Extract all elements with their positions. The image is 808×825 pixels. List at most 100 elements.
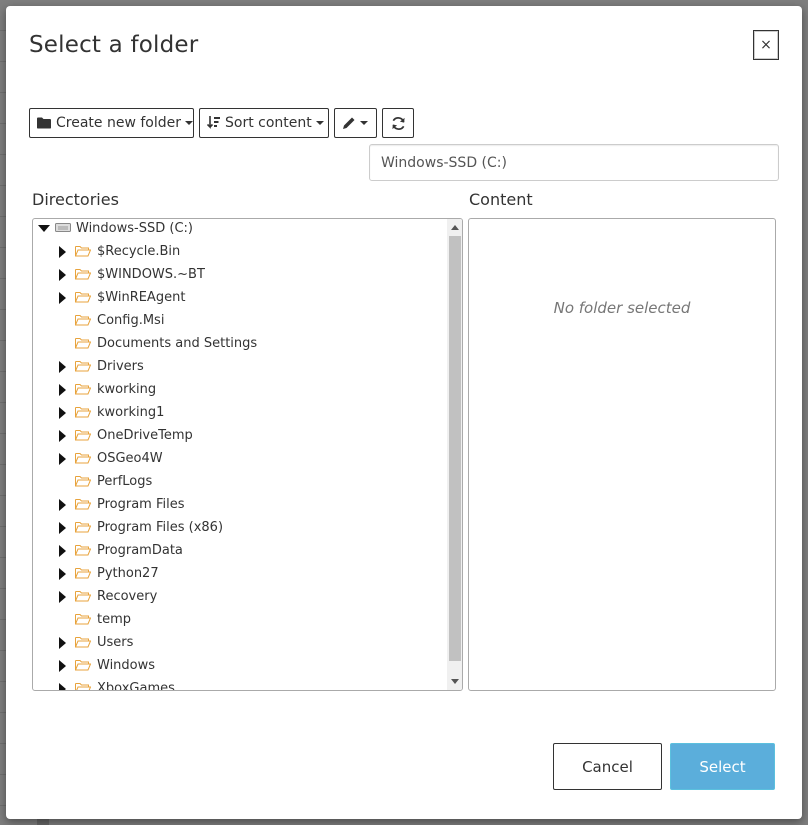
refresh-button[interactable] bbox=[382, 108, 414, 138]
folder-open-icon bbox=[75, 636, 92, 652]
tree-item-label: XboxGames bbox=[97, 681, 175, 690]
folder-open-icon bbox=[75, 590, 92, 606]
sort-icon bbox=[207, 116, 220, 130]
folder-open-icon bbox=[75, 498, 92, 514]
folder-icon bbox=[37, 117, 51, 129]
tree-item-label: Documents and Settings bbox=[97, 336, 258, 351]
tree-item-label: Users bbox=[97, 635, 134, 650]
edit-button[interactable] bbox=[334, 108, 377, 138]
tree-item-label: Recovery bbox=[97, 589, 158, 604]
refresh-icon bbox=[391, 116, 406, 131]
tree-item[interactable]: Python27 bbox=[33, 562, 447, 585]
select-button[interactable]: Select bbox=[670, 743, 775, 790]
expand-right-icon[interactable] bbox=[59, 545, 66, 557]
tree-item[interactable]: Program Files bbox=[33, 493, 447, 516]
folder-open-icon bbox=[75, 521, 92, 537]
folder-open-icon bbox=[75, 475, 92, 491]
empty-content-message: No folder selected bbox=[553, 299, 691, 317]
expand-right-icon[interactable] bbox=[59, 430, 66, 442]
folder-open-icon bbox=[75, 659, 92, 675]
create-folder-button[interactable]: Create new folder bbox=[29, 108, 194, 138]
tree-item-label: ProgramData bbox=[97, 543, 183, 558]
tree-item-label: PerfLogs bbox=[97, 474, 153, 489]
tree-item-label: kworking bbox=[97, 382, 157, 397]
drive-icon bbox=[55, 221, 71, 237]
tree-item-label: Config.Msi bbox=[97, 313, 165, 328]
expand-right-icon[interactable] bbox=[59, 568, 66, 580]
caret-down-icon bbox=[360, 121, 368, 125]
tree-root[interactable]: Windows-SSD (C:) bbox=[33, 219, 447, 240]
sort-content-label: Sort content bbox=[225, 115, 312, 131]
path-input[interactable] bbox=[369, 144, 779, 181]
folder-open-icon bbox=[75, 544, 92, 560]
expand-right-icon[interactable] bbox=[59, 269, 66, 281]
folder-open-icon bbox=[75, 291, 92, 307]
expand-down-icon[interactable] bbox=[38, 225, 50, 232]
tree-item[interactable]: temp bbox=[33, 608, 447, 631]
expand-right-icon[interactable] bbox=[59, 591, 66, 603]
tree-item[interactable]: Program Files (x86) bbox=[33, 516, 447, 539]
folder-open-icon bbox=[75, 406, 92, 422]
expand-right-icon[interactable] bbox=[59, 246, 66, 258]
tree-item[interactable]: $WINDOWS.~BT bbox=[33, 263, 447, 286]
folder-open-icon bbox=[75, 429, 92, 445]
create-folder-label: Create new folder bbox=[56, 115, 181, 131]
content-heading: Content bbox=[469, 190, 533, 209]
folder-open-icon bbox=[75, 682, 92, 690]
folder-open-icon bbox=[75, 314, 92, 330]
tree-item-label: Program Files bbox=[97, 497, 185, 512]
tree-item-label: Python27 bbox=[97, 566, 159, 581]
tree-item[interactable]: Recovery bbox=[33, 585, 447, 608]
expand-right-icon[interactable] bbox=[59, 499, 66, 511]
tree-item[interactable]: $Recycle.Bin bbox=[33, 240, 447, 263]
sort-content-button[interactable]: Sort content bbox=[199, 108, 329, 138]
folder-open-icon bbox=[75, 360, 92, 376]
tree-item[interactable]: Windows bbox=[33, 654, 447, 677]
tree-item[interactable]: ProgramData bbox=[33, 539, 447, 562]
dialog-title: Select a folder bbox=[29, 32, 199, 58]
directories-heading: Directories bbox=[32, 190, 119, 209]
folder-open-icon bbox=[75, 268, 92, 284]
tree-item[interactable]: kworking1 bbox=[33, 401, 447, 424]
tree-scrollbar[interactable] bbox=[447, 219, 462, 690]
tree-item[interactable]: kworking bbox=[33, 378, 447, 401]
tree-item-label: OSGeo4W bbox=[97, 451, 163, 466]
tree-item-label: Drivers bbox=[97, 359, 144, 374]
folder-open-icon bbox=[75, 337, 92, 353]
directory-tree: Windows-SSD (C:) $Recycle.Bin $WINDOWS.~B… bbox=[33, 219, 447, 690]
folder-open-icon bbox=[75, 613, 92, 629]
tree-item-label: Windows bbox=[97, 658, 156, 673]
tree-item[interactable]: OSGeo4W bbox=[33, 447, 447, 470]
tree-item[interactable]: PerfLogs bbox=[33, 470, 447, 493]
tree-item-label: $WINDOWS.~BT bbox=[97, 267, 205, 282]
scroll-thumb[interactable] bbox=[449, 236, 461, 661]
tree-item-label: Program Files (x86) bbox=[97, 520, 224, 535]
scroll-down-icon[interactable] bbox=[451, 679, 459, 684]
expand-right-icon[interactable] bbox=[59, 660, 66, 672]
expand-right-icon[interactable] bbox=[59, 292, 66, 304]
tree-item[interactable]: Users bbox=[33, 631, 447, 654]
tree-item[interactable]: Drivers bbox=[33, 355, 447, 378]
close-button[interactable]: × bbox=[753, 30, 779, 60]
select-folder-dialog: Select a folder × Create new folder Sort… bbox=[6, 6, 802, 819]
tree-item[interactable]: XboxGames bbox=[33, 677, 447, 690]
tree-item[interactable]: Config.Msi bbox=[33, 309, 447, 332]
folder-open-icon bbox=[75, 452, 92, 468]
expand-right-icon[interactable] bbox=[59, 384, 66, 396]
cancel-button[interactable]: Cancel bbox=[553, 743, 662, 790]
scroll-up-icon[interactable] bbox=[451, 225, 459, 230]
tree-item-label: $Recycle.Bin bbox=[97, 244, 181, 259]
expand-right-icon[interactable] bbox=[59, 522, 66, 534]
expand-right-icon[interactable] bbox=[59, 407, 66, 419]
expand-right-icon[interactable] bbox=[59, 453, 66, 465]
tree-item[interactable]: Documents and Settings bbox=[33, 332, 447, 355]
expand-right-icon[interactable] bbox=[59, 361, 66, 373]
tree-item[interactable]: $WinREAgent bbox=[33, 286, 447, 309]
tree-root-label: Windows-SSD (C:) bbox=[76, 221, 193, 236]
expand-right-icon[interactable] bbox=[59, 637, 66, 649]
folder-open-icon bbox=[75, 567, 92, 583]
tree-item[interactable]: OneDriveTemp bbox=[33, 424, 447, 447]
expand-right-icon[interactable] bbox=[59, 683, 66, 690]
caret-down-icon bbox=[185, 121, 193, 125]
directory-tree-panel[interactable]: Windows-SSD (C:) $Recycle.Bin $WINDOWS.~B… bbox=[32, 218, 463, 691]
